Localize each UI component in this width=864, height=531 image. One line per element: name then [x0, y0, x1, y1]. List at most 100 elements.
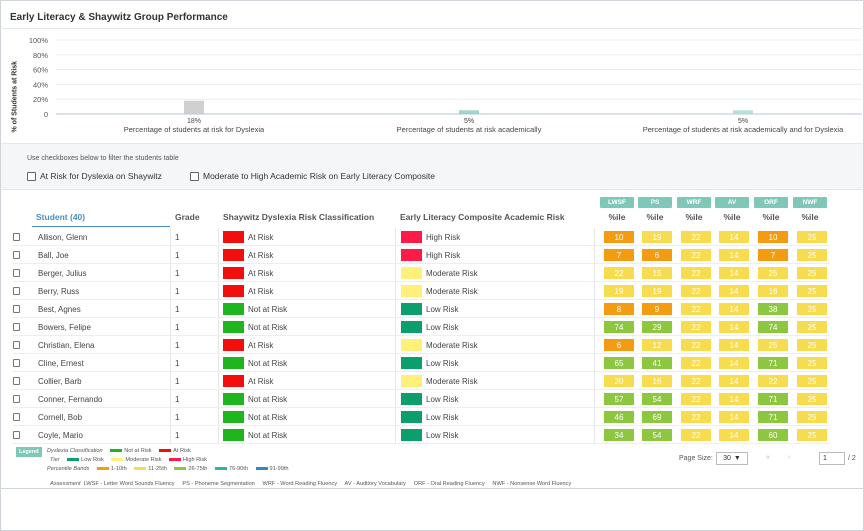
table-row[interactable]: Bowers, Felipe 1 Not at Risk Low Risk 74 29 22… [12, 318, 830, 336]
page-number-input[interactable]: 1 [819, 452, 845, 465]
student-report-icon[interactable] [12, 336, 21, 354]
student-report-icon[interactable] [12, 372, 21, 390]
document-icon[interactable] [13, 287, 20, 295]
page-size-select[interactable]: 30 ▼ [716, 452, 748, 465]
student-name[interactable]: Cornell, Bob [38, 408, 82, 426]
student-report-icon[interactable] [12, 282, 21, 300]
dyslexia-risk: Not at Risk [223, 318, 287, 336]
student-column-header[interactable]: Student (40) [36, 212, 85, 222]
dyslexia-risk: At Risk [223, 372, 273, 390]
table-row[interactable]: Christian, Elena 1 At Risk Moderate Risk 6 12… [12, 336, 830, 354]
risk-label: Moderate Risk [426, 340, 478, 350]
checkbox-box[interactable] [190, 171, 199, 181]
table-row[interactable]: Collier, Barb 1 At Risk Moderate Risk 20 16 22… [12, 372, 830, 390]
percentile-header[interactable]: %ile [714, 212, 750, 222]
percentile-wrf: 22 [681, 339, 711, 351]
student-name[interactable]: Berger, Julius [38, 264, 86, 282]
legend-label: Tier [50, 457, 60, 463]
legend-bands: Percentile Bands 1-10th 11-25th 26-75th … [47, 466, 289, 472]
student-report-icon[interactable] [12, 246, 21, 264]
percentile-nwf: 25 [797, 321, 827, 333]
student-name[interactable]: Berry, Russ [38, 282, 79, 300]
risk-swatch [401, 321, 422, 333]
percentile-header[interactable]: %ile [676, 212, 712, 222]
risk-label: At Risk [248, 232, 274, 242]
student-name[interactable]: Conner, Fernando [38, 390, 103, 408]
y-tick-label: 100% [29, 36, 49, 45]
academic-risk: Moderate Risk [401, 264, 478, 282]
document-icon[interactable] [13, 359, 20, 367]
prev-page-icon[interactable]: ‹ [788, 454, 790, 461]
table-row[interactable]: Cline, Ernest 1 Not at Risk Low Risk 65 41 22 1… [12, 354, 830, 372]
student-name[interactable]: Cline, Ernest [38, 354, 84, 372]
table-row[interactable]: Allison, Glenn 1 At Risk High Risk 10 19 22 14 1… [12, 228, 830, 246]
document-icon[interactable] [13, 377, 20, 385]
percentile-lwsf: 19 [604, 285, 634, 297]
table-row[interactable]: Ball, Joe 1 At Risk High Risk 7 6 22 14 7 25 [12, 246, 830, 264]
percentile-header[interactable]: %ile [753, 212, 789, 222]
shaywitz-column-header[interactable]: Shaywitz Dyslexia Risk Classification [223, 212, 374, 222]
risk-swatch [223, 231, 244, 243]
grade-column-header[interactable]: Grade [175, 212, 200, 222]
table-row[interactable]: Coyle, Mario 1 Not at Risk Low Risk 34 54 22 14… [12, 426, 830, 444]
student-name[interactable]: Collier, Barb [38, 372, 82, 390]
table-row[interactable]: Berger, Julius 1 At Risk Moderate Risk 22 15 2… [12, 264, 830, 282]
risk-swatch [401, 411, 422, 423]
document-icon[interactable] [13, 251, 20, 259]
student-report-icon[interactable] [12, 318, 21, 336]
document-icon[interactable] [13, 269, 20, 277]
risk-label: At Risk [248, 376, 274, 386]
student-report-icon[interactable] [12, 300, 21, 318]
student-report-icon[interactable] [12, 390, 21, 408]
divider [0, 488, 864, 489]
assessment-header-av: AV [715, 197, 749, 208]
percentile-lwsf: 22 [604, 267, 634, 279]
document-icon[interactable] [13, 341, 20, 349]
student-report-icon[interactable] [12, 228, 21, 246]
document-icon[interactable] [13, 233, 20, 241]
table-row[interactable]: Best, Agnes 1 Not at Risk Low Risk 8 9 22 14 38 2… [12, 300, 830, 318]
document-icon[interactable] [13, 413, 20, 421]
y-tick-label: 20% [33, 95, 48, 104]
band-76-90-swatch [214, 467, 227, 471]
risk-label: Not at Risk [248, 412, 288, 422]
student-report-icon[interactable] [12, 408, 21, 426]
student-report-icon[interactable] [12, 426, 21, 444]
student-report-icon[interactable] [12, 264, 21, 282]
grade-value: 1 [175, 286, 180, 296]
table-row[interactable]: Conner, Fernando 1 Not at Risk Low Risk 57 54… [12, 390, 830, 408]
student-name[interactable]: Bowers, Felipe [38, 318, 91, 336]
legend-item: 26-75th [188, 466, 208, 472]
risk-label: Not at Risk [248, 322, 288, 332]
student-name[interactable]: Coyle, Mario [38, 426, 83, 444]
percentile-av: 14 [719, 429, 749, 441]
legend-item: Low Risk [81, 457, 104, 463]
first-page-icon[interactable]: « [766, 454, 770, 461]
percentile-av: 14 [719, 303, 749, 315]
document-icon[interactable] [13, 395, 20, 403]
academic-filter-checkbox[interactable]: Moderate to High Academic Risk on Early … [190, 171, 435, 181]
legend-item: Not at Risk [124, 448, 152, 454]
risk-swatch [223, 429, 244, 441]
dyslexia-filter-checkbox[interactable]: At Risk for Dyslexia on Shaywitz [27, 171, 162, 181]
percentile-wrf: 22 [681, 375, 711, 387]
document-icon[interactable] [13, 305, 20, 313]
table-row[interactable]: Cornell, Bob 1 Not at Risk Low Risk 46 69 22 14… [12, 408, 830, 426]
table-row[interactable]: Berry, Russ 1 At Risk Moderate Risk 19 19 22 14… [12, 282, 830, 300]
student-name[interactable]: Christian, Elena [38, 336, 94, 354]
percentile-header[interactable]: %ile [792, 212, 828, 222]
student-name[interactable]: Best, Agnes [38, 300, 81, 318]
percentile-header[interactable]: %ile [599, 212, 635, 222]
dyslexia-risk: At Risk [223, 228, 273, 246]
document-icon[interactable] [13, 431, 20, 439]
literacy-column-header[interactable]: Early Literacy Composite Academic Risk [400, 212, 565, 222]
moderate-risk-swatch [111, 458, 124, 462]
student-report-icon[interactable] [12, 354, 21, 372]
student-name[interactable]: Allison, Glenn [38, 228, 87, 246]
student-name[interactable]: Ball, Joe [38, 246, 69, 264]
risk-label: Low Risk [426, 394, 459, 404]
checkbox-box[interactable] [27, 171, 36, 181]
document-icon[interactable] [13, 323, 20, 331]
percentile-header[interactable]: %ile [637, 212, 673, 222]
risk-label: Not at Risk [248, 358, 288, 368]
